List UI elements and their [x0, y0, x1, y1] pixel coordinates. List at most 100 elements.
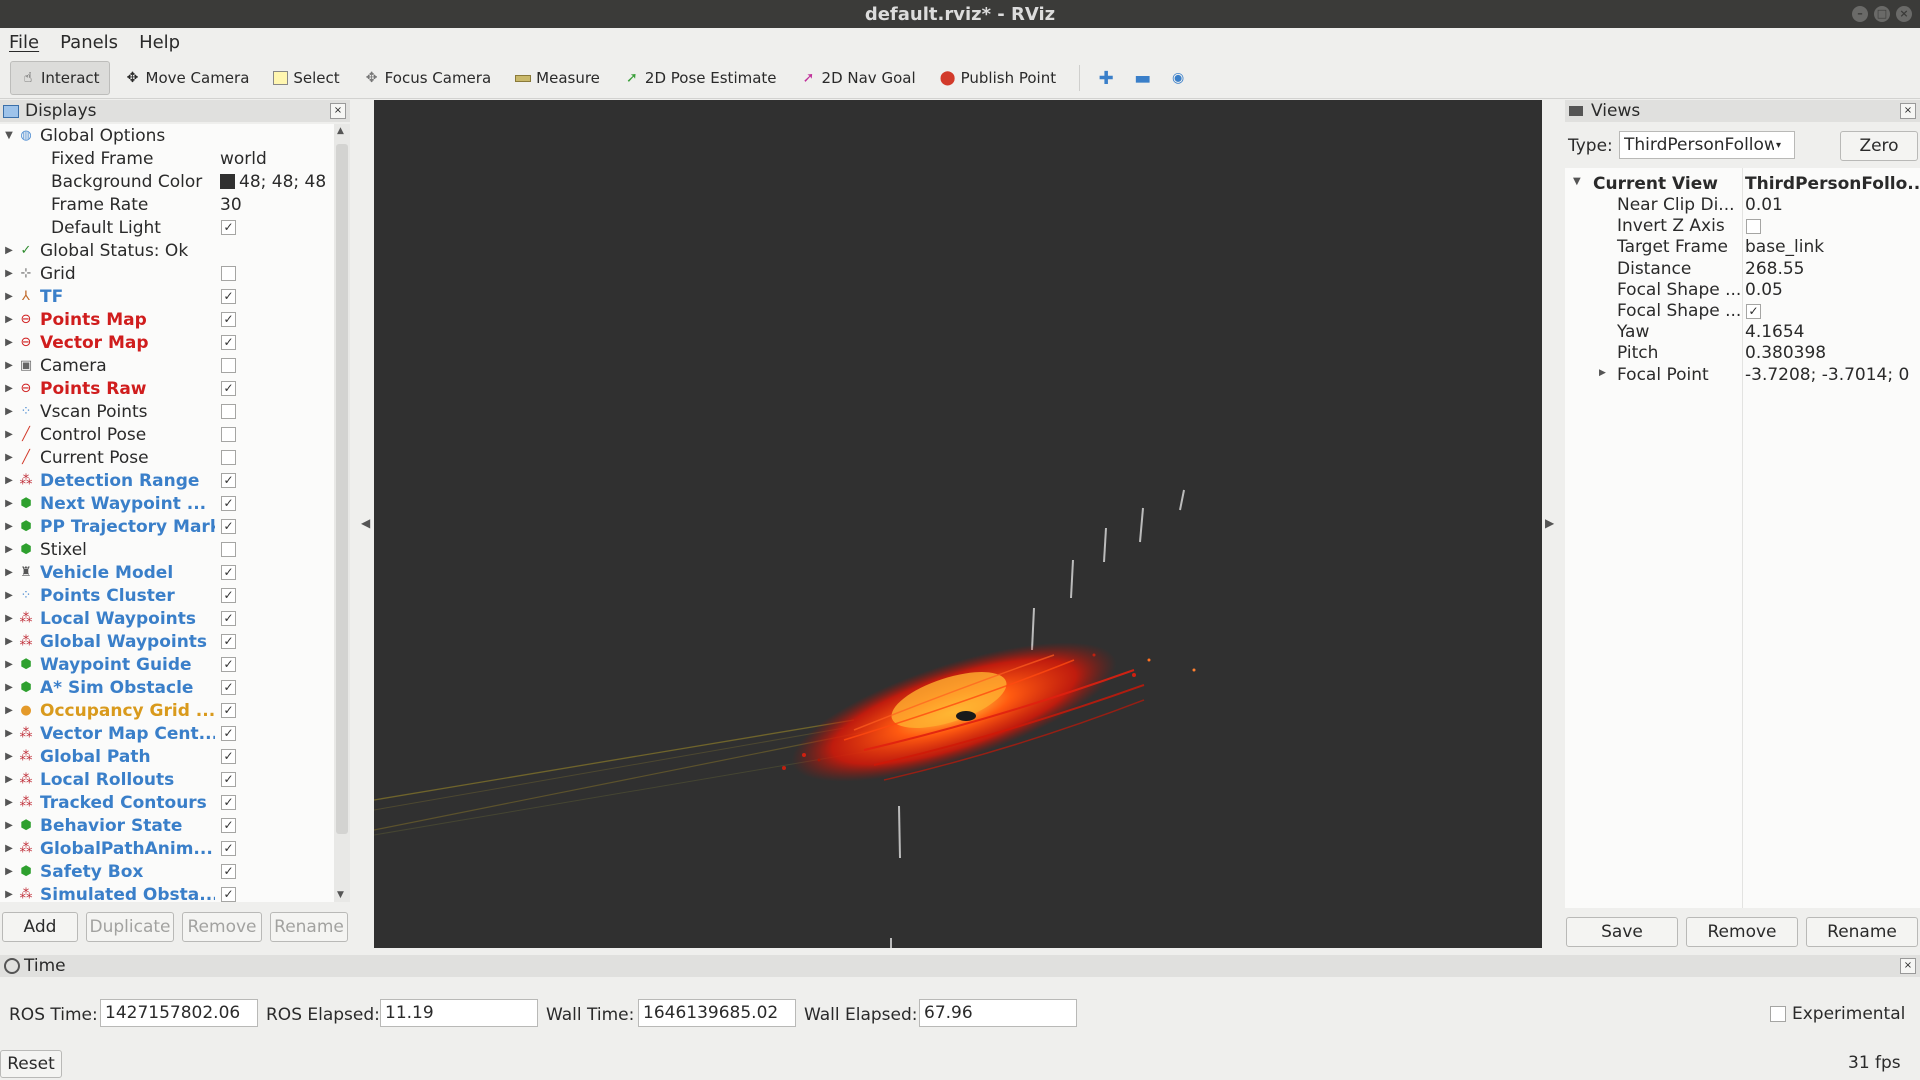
expand-arrow-icon[interactable]: ▼: [0, 130, 18, 141]
tree-row-global-options[interactable]: ▼ ◍ Global Options: [0, 124, 334, 147]
display-item[interactable]: ▶ ⁂ Local Waypoints ✓: [0, 607, 334, 630]
expand-arrow-icon[interactable]: ▶: [0, 360, 18, 371]
expand-arrow-icon[interactable]: ▶: [0, 567, 18, 578]
expand-arrow-icon[interactable]: ▶: [0, 521, 18, 532]
view-property-value[interactable]: 4.1654: [1745, 322, 1804, 342]
display-item[interactable]: ▶ ⬢ Next Waypoint ... ✓: [0, 492, 334, 515]
expand-arrow-icon[interactable]: ▶: [0, 636, 18, 647]
display-item[interactable]: ▶ ♜ Vehicle Model ✓: [0, 561, 334, 584]
display-enable-checkbox[interactable]: ✓: [221, 795, 236, 810]
display-item[interactable]: ▶ ⬢ Safety Box ✓: [0, 860, 334, 883]
view-property-value[interactable]: 268.55: [1745, 259, 1804, 279]
menu-file[interactable]: File: [9, 32, 39, 53]
displays-scrollbar[interactable]: ▲ ▼: [334, 124, 350, 902]
display-item[interactable]: ▶ ⁂ Detection Range ✓: [0, 469, 334, 492]
display-enable-checkbox[interactable]: [221, 404, 236, 419]
display-enable-checkbox[interactable]: ✓: [221, 473, 236, 488]
tool-select[interactable]: Select: [264, 62, 348, 94]
duplicate-display-button[interactable]: Duplicate: [86, 912, 174, 942]
display-item[interactable]: ▶ ⁂ Tracked Contours ✓: [0, 791, 334, 814]
close-time-icon[interactable]: ×: [1900, 958, 1916, 974]
view-property-row[interactable]: Distance 268.55: [1565, 259, 1915, 280]
expand-arrow-icon[interactable]: ▶: [0, 314, 18, 325]
display-enable-checkbox[interactable]: ✓: [221, 335, 236, 350]
view-property-row[interactable]: Focal Shape ... ✓: [1565, 301, 1915, 322]
remove-display-button[interactable]: Remove: [182, 912, 262, 942]
collapse-right-icon[interactable]: ▶: [1545, 516, 1554, 530]
tool-interact[interactable]: ☝ Interact: [10, 61, 110, 95]
view-property-value[interactable]: 0.380398: [1745, 343, 1826, 363]
collapse-left-icon[interactable]: ◀: [361, 516, 370, 530]
display-enable-checkbox[interactable]: [221, 266, 236, 281]
tool-move-camera[interactable]: ✥ Move Camera: [116, 62, 259, 94]
wall-elapsed-field[interactable]: 67.96: [919, 999, 1077, 1027]
display-item[interactable]: ▶ ⁂ Vector Map Cent... ✓: [0, 722, 334, 745]
display-item[interactable]: ▶ ✓ Global Status: Ok: [0, 239, 334, 262]
view-property-row[interactable]: Focal Shape ... 0.05: [1565, 280, 1915, 301]
view-property-value[interactable]: 0.05: [1745, 280, 1783, 300]
expand-arrow-icon[interactable]: ▶: [0, 475, 18, 486]
display-item[interactable]: ▶ ⊹ Grid: [0, 262, 334, 285]
display-enable-checkbox[interactable]: ✓: [221, 312, 236, 327]
expand-arrow-icon[interactable]: ▶: [0, 705, 18, 716]
display-enable-checkbox[interactable]: ✓: [221, 611, 236, 626]
tree-row-current-view[interactable]: ▼ Current View ThirdPersonFollo...: [1565, 174, 1920, 195]
display-enable-checkbox[interactable]: ✓: [221, 772, 236, 787]
expand-arrow-icon[interactable]: ▶: [0, 452, 18, 463]
tool-publish-point[interactable]: ⬤ Publish Point: [931, 62, 1065, 94]
zero-button[interactable]: Zero: [1840, 131, 1918, 161]
expand-arrow-icon[interactable]: ▶: [0, 406, 18, 417]
add-tool-icon[interactable]: ✚: [1098, 68, 1114, 89]
remove-view-button[interactable]: Remove: [1686, 917, 1798, 947]
view-property-checkbox[interactable]: [1746, 219, 1761, 235]
display-item[interactable]: ▶ ⬢ Behavior State ✓: [0, 814, 334, 837]
wall-time-field[interactable]: 1646139685.02: [638, 999, 796, 1027]
rename-view-button[interactable]: Rename: [1806, 917, 1918, 947]
scroll-up-icon[interactable]: ▲: [337, 126, 344, 136]
tree-row-fixed-frame[interactable]: Fixed Frame world: [0, 147, 334, 170]
expand-arrow-icon[interactable]: ▶: [1599, 368, 1606, 378]
save-view-button[interactable]: Save: [1566, 917, 1678, 947]
display-item[interactable]: ▶ ╱ Control Pose: [0, 423, 334, 446]
display-enable-checkbox[interactable]: ✓: [221, 519, 236, 534]
expand-arrow-icon[interactable]: ▶: [0, 337, 18, 348]
display-item[interactable]: ▶ ⁂ Simulated Obsta... ✓: [0, 883, 334, 902]
reset-button[interactable]: Reset: [0, 1050, 62, 1078]
display-enable-checkbox[interactable]: ✓: [221, 289, 236, 304]
maximize-icon[interactable]: □: [1874, 6, 1890, 22]
expand-arrow-icon[interactable]: ▶: [0, 429, 18, 440]
display-enable-checkbox[interactable]: ✓: [221, 565, 236, 580]
display-enable-checkbox[interactable]: [221, 358, 236, 373]
display-enable-checkbox[interactable]: ✓: [221, 657, 236, 672]
view-property-row[interactable]: ▶ Focal Point -3.7208; -3.7014; 0: [1565, 365, 1915, 386]
tool-2d-nav-goal[interactable]: ➚ 2D Nav Goal: [792, 62, 925, 94]
display-item[interactable]: ▶ ⬢ Stixel: [0, 538, 334, 561]
tree-row-background-color[interactable]: Background Color 48; 48; 48: [0, 170, 334, 193]
tool-focus-camera[interactable]: ✥ Focus Camera: [355, 62, 500, 94]
menu-help[interactable]: Help: [139, 32, 180, 53]
display-enable-checkbox[interactable]: ✓: [221, 588, 236, 603]
display-item[interactable]: ▶ ⁂ Global Path ✓: [0, 745, 334, 768]
display-enable-checkbox[interactable]: ✓: [221, 381, 236, 396]
expand-arrow-icon[interactable]: ▶: [0, 659, 18, 670]
display-item[interactable]: ▶ ⬢ PP Trajectory Mark ✓: [0, 515, 334, 538]
view-property-row[interactable]: Target Frame base_link: [1565, 237, 1915, 258]
expand-arrow-icon[interactable]: ▶: [0, 613, 18, 624]
view-property-row[interactable]: Yaw 4.1654: [1565, 322, 1915, 343]
display-enable-checkbox[interactable]: ✓: [221, 887, 236, 902]
display-enable-checkbox[interactable]: [221, 542, 236, 557]
expand-arrow-icon[interactable]: ▶: [0, 245, 18, 256]
expand-arrow-icon[interactable]: ▶: [0, 383, 18, 394]
view-property-value[interactable]: 0.01: [1745, 195, 1783, 215]
camera-type-icon[interactable]: ◉: [1170, 70, 1186, 86]
ros-elapsed-field[interactable]: 11.19: [380, 999, 538, 1027]
display-enable-checkbox[interactable]: ✓: [221, 496, 236, 511]
expand-arrow-icon[interactable]: ▶: [0, 889, 18, 900]
display-item[interactable]: ▶ ⊖ Vector Map ✓: [0, 331, 334, 354]
display-enable-checkbox[interactable]: ✓: [221, 818, 236, 833]
display-enable-checkbox[interactable]: [221, 450, 236, 465]
expand-arrow-icon[interactable]: ▶: [0, 498, 18, 509]
display-item[interactable]: ▶ ⊖ Points Map ✓: [0, 308, 334, 331]
expand-arrow-icon[interactable]: ▶: [0, 544, 18, 555]
display-item[interactable]: ▶ ⬢ Waypoint Guide ✓: [0, 653, 334, 676]
